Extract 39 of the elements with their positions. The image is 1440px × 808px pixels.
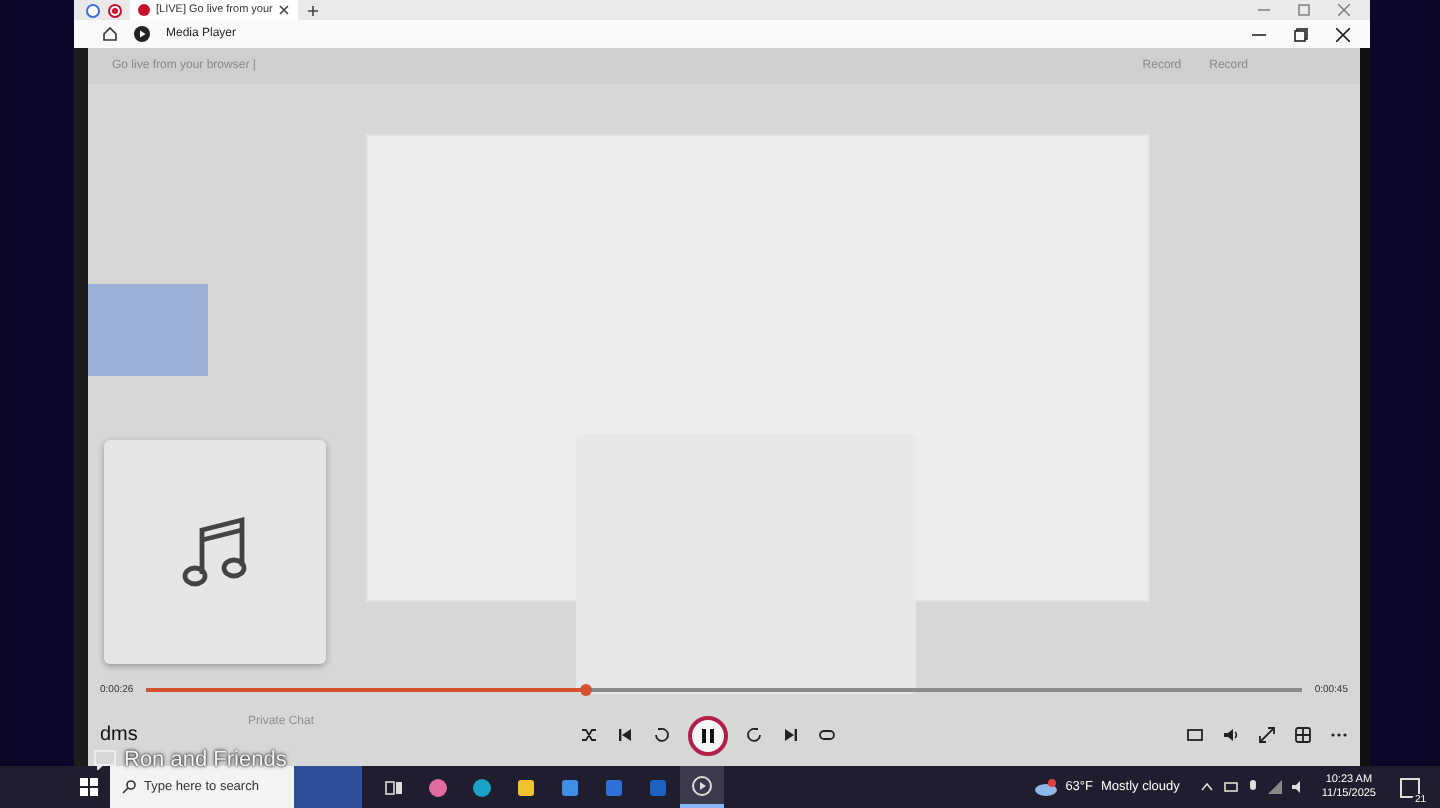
- shuffle-icon[interactable]: [580, 726, 598, 744]
- faded-scene-highlight: [88, 284, 208, 376]
- mail-app-icon[interactable]: [604, 777, 624, 797]
- store-app-icon[interactable]: [560, 777, 580, 797]
- pause-icon: [700, 727, 716, 743]
- cloud-icon: [1033, 778, 1058, 796]
- mini-player-icon[interactable]: [1186, 726, 1204, 744]
- profile-icon[interactable]: [86, 3, 100, 17]
- network-icon[interactable]: [1267, 780, 1282, 794]
- record-icon[interactable]: [108, 3, 122, 17]
- copilot-app-icon[interactable]: [428, 777, 448, 797]
- home-icon[interactable]: [102, 26, 118, 42]
- chat-bubble-icon: [94, 750, 116, 770]
- files-app-icon[interactable]: [516, 777, 536, 797]
- previous-icon[interactable]: [616, 726, 634, 744]
- media-player-icon: [134, 26, 150, 42]
- skip-forward-icon[interactable]: [746, 726, 764, 744]
- edge-app-icon[interactable]: [472, 777, 492, 797]
- caption-text: Ron and Friends: [124, 748, 287, 772]
- microphone-icon[interactable]: [1247, 780, 1258, 794]
- close-icon[interactable]: [1336, 27, 1350, 41]
- site-icon: [138, 4, 150, 16]
- skip-back-icon[interactable]: [652, 726, 670, 744]
- player-app-icon[interactable]: [692, 775, 712, 795]
- close-icon[interactable]: [278, 4, 291, 16]
- windows-logo-icon[interactable]: [80, 778, 98, 796]
- chevron-up-icon[interactable]: [1199, 780, 1214, 794]
- outlook-app-icon[interactable]: [648, 777, 668, 797]
- music-note-icon: [181, 514, 249, 590]
- taskview-app-icon[interactable]: [384, 777, 404, 797]
- pause-button[interactable]: [688, 715, 728, 755]
- search-icon: [122, 780, 136, 794]
- volume-icon[interactable]: [1222, 726, 1240, 744]
- speaker-icon[interactable]: [1291, 780, 1306, 794]
- plus-icon[interactable]: [306, 3, 321, 17]
- fullscreen-icon[interactable]: [1258, 726, 1276, 744]
- camera-icon[interactable]: [1223, 780, 1238, 794]
- next-icon[interactable]: [782, 726, 800, 744]
- track-title: dms: [100, 724, 140, 746]
